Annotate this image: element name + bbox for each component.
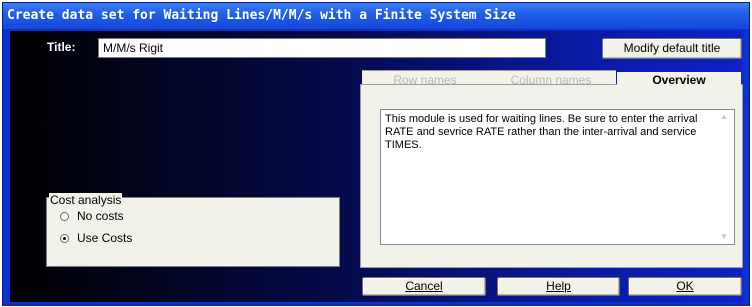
cancel-button-label: Cancel <box>405 279 443 293</box>
window-title[interactable]: Create data set for Waiting Lines/M/M/s … <box>3 3 749 29</box>
title-label: Title: <box>47 40 76 54</box>
ok-button-label: OK <box>676 279 694 293</box>
overview-text-area[interactable]: This module is used for waiting lines. B… <box>380 109 735 245</box>
radio-use-costs-label: Use Costs <box>77 231 133 245</box>
cancel-button[interactable]: Cancel <box>362 277 486 296</box>
help-button-label: Help <box>546 279 571 293</box>
cost-analysis-title: Cost analysis <box>49 193 123 207</box>
radio-checked-icon[interactable] <box>60 233 69 243</box>
tab-column-names[interactable]: Column names <box>492 73 610 87</box>
scroll-up-icon[interactable]: ▲ <box>718 112 730 122</box>
radio-no-costs-label: No costs <box>77 209 124 223</box>
ok-button[interactable]: OK <box>628 277 742 296</box>
radio-use-costs[interactable]: Use Costs <box>60 231 132 245</box>
modify-default-title-button[interactable]: Modify default title <box>602 38 742 59</box>
help-button[interactable]: Help <box>497 277 620 296</box>
radio-no-costs[interactable]: No costs <box>60 209 124 223</box>
title-input[interactable]: M/M/s Rigit <box>98 38 546 58</box>
overview-text: This module is used for waiting lines. B… <box>385 113 698 151</box>
tab-overview[interactable]: Overview <box>617 72 741 88</box>
tab-row-names[interactable]: Row names <box>366 73 484 87</box>
scroll-down-icon[interactable]: ▼ <box>718 232 730 242</box>
radio-unchecked-icon[interactable] <box>60 211 69 221</box>
